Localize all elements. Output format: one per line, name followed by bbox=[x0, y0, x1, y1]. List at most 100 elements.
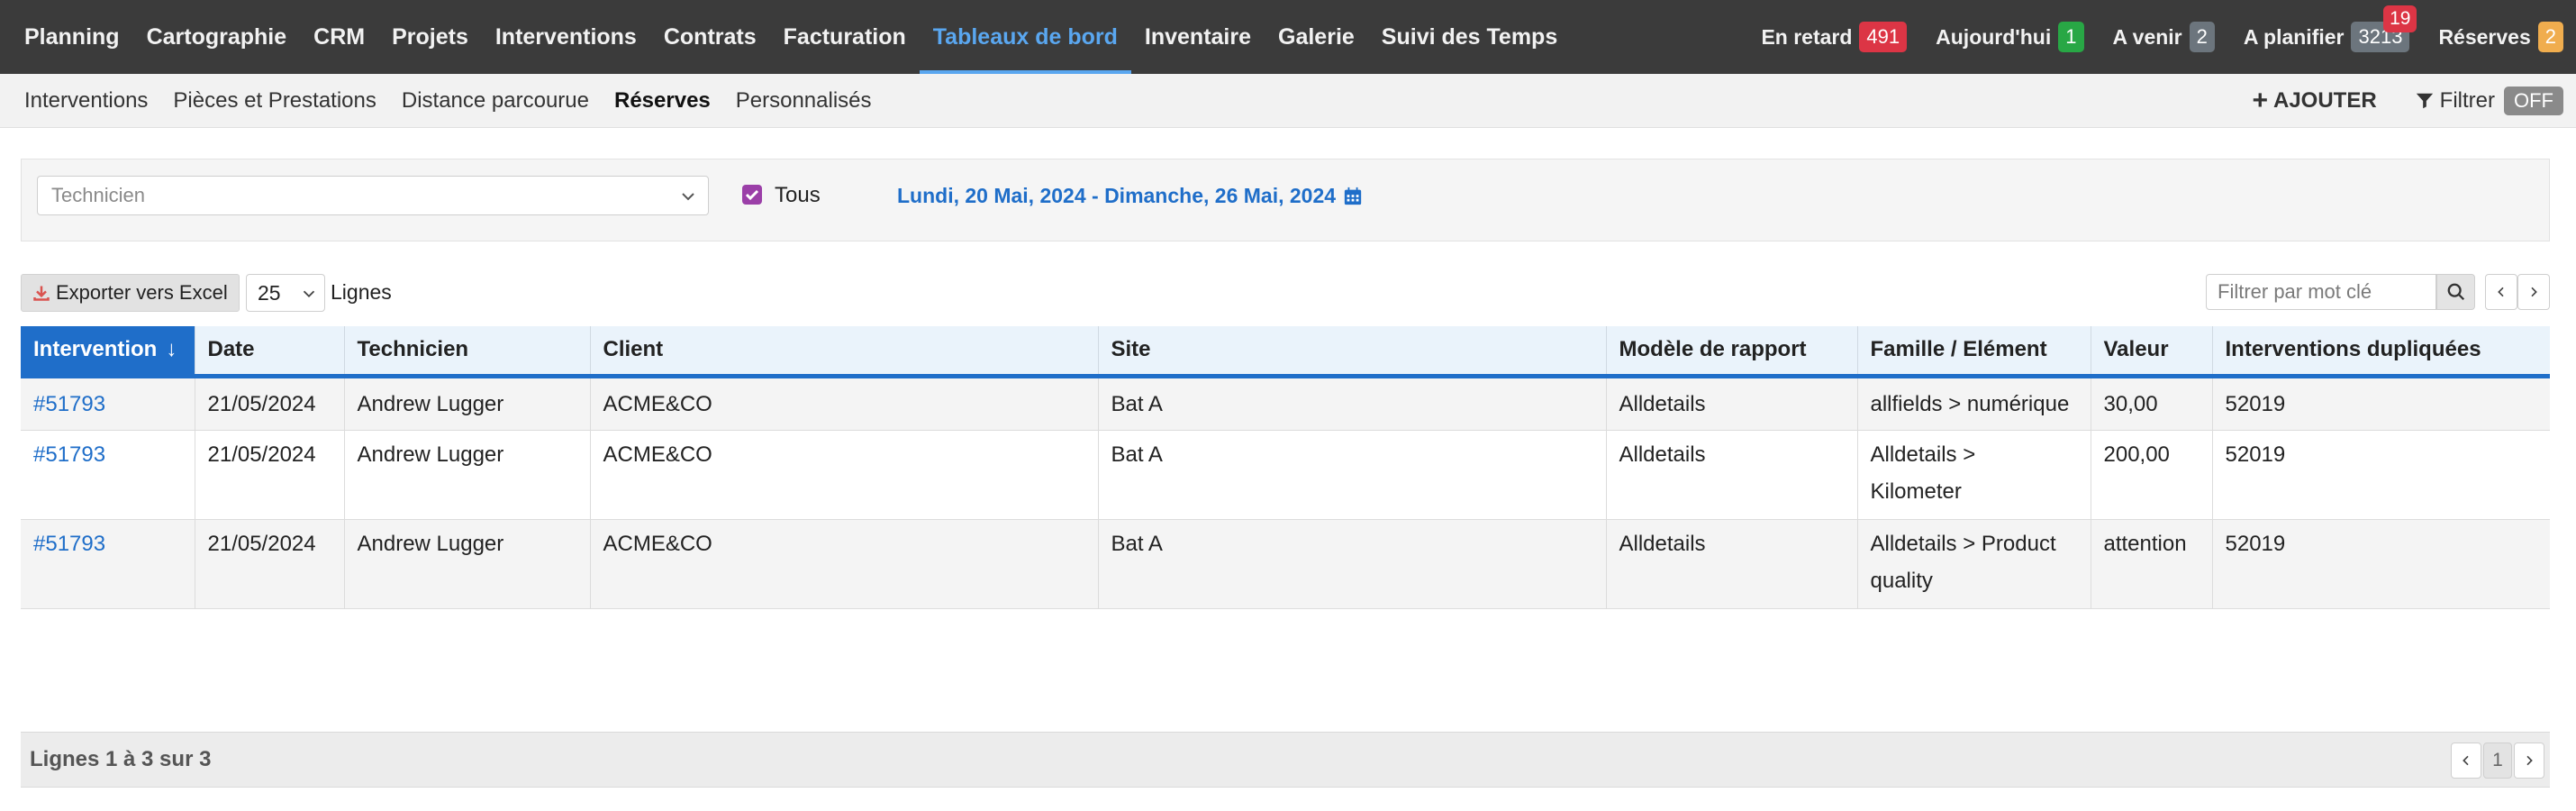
checkmark-icon bbox=[745, 189, 759, 201]
counter-late[interactable]: En retard 491 bbox=[1761, 22, 1908, 52]
rows-info: Lignes 1 à 3 sur 3 bbox=[30, 747, 212, 771]
footer-next-page-button[interactable] bbox=[2514, 743, 2544, 779]
menu-item-suivi-des-temps[interactable]: Suivi des Temps bbox=[1368, 0, 1571, 74]
filter-state-badge: OFF bbox=[2504, 87, 2563, 115]
intervention-link[interactable]: #51793 bbox=[33, 392, 105, 416]
cell-site: Bat A bbox=[1098, 519, 1607, 609]
cell-value: 30,00 bbox=[2091, 376, 2213, 431]
table-row: #51793 21/05/2024 Andrew Lugger ACME&CO … bbox=[21, 430, 2550, 520]
counter-today[interactable]: Aujourd'hui 1 bbox=[1936, 22, 2084, 52]
column-header-modele-de-rapport[interactable]: Modèle de rapport bbox=[1606, 326, 1858, 378]
next-page-button[interactable] bbox=[2517, 274, 2550, 310]
table-row: #51793 21/05/2024 Andrew Lugger ACME&CO … bbox=[21, 376, 2550, 431]
cell-client: ACME&CO bbox=[590, 519, 1099, 609]
cell-family-line: quality bbox=[1870, 568, 1933, 593]
cell-site: Bat A bbox=[1098, 430, 1607, 520]
cell-value: 200,00 bbox=[2091, 430, 2213, 520]
tab-distance-parcourue[interactable]: Distance parcourue bbox=[389, 88, 602, 114]
menu-item-planning[interactable]: Planning bbox=[11, 0, 133, 74]
counter-upcoming-label: A venir bbox=[2112, 24, 2182, 49]
cell-family: allfields > numérique bbox=[1857, 376, 2091, 431]
counter-today-badge: 1 bbox=[2058, 22, 2084, 52]
counter-upcoming[interactable]: A venir 2 bbox=[2113, 22, 2215, 52]
footer-previous-page-button[interactable] bbox=[2451, 743, 2481, 779]
page-size-select[interactable]: 25 bbox=[246, 274, 325, 312]
cell-technician: Andrew Lugger bbox=[344, 376, 591, 431]
chevron-left-icon bbox=[2463, 755, 2469, 766]
date-range-picker[interactable]: Lundi, 20 Mai, 2024 - Dimanche, 26 Mai, … bbox=[897, 184, 1363, 208]
menu-item-tableaux-de-bord[interactable]: Tableaux de bord bbox=[919, 0, 1132, 74]
search-button[interactable] bbox=[2436, 274, 2475, 310]
export-excel-button[interactable]: Exporter vers Excel bbox=[21, 274, 240, 312]
cell-site: Bat A bbox=[1098, 376, 1607, 431]
menu-item-galerie[interactable]: Galerie bbox=[1265, 0, 1368, 74]
menu-item-inventaire[interactable]: Inventaire bbox=[1131, 0, 1265, 74]
menu-item-interventions[interactable]: Interventions bbox=[482, 0, 650, 74]
intervention-link[interactable]: #51793 bbox=[33, 442, 105, 467]
chevron-down-icon bbox=[682, 193, 694, 201]
chevron-right-icon bbox=[2531, 287, 2537, 297]
cell-duplicated: 52019 bbox=[2212, 430, 2550, 520]
counter-reserves-label: Réserves bbox=[2438, 24, 2531, 49]
counter-reserves-badge: 2 bbox=[2537, 22, 2563, 52]
filter-label: Filtrer bbox=[2439, 88, 2495, 113]
column-header-famille-element[interactable]: Famille / Elément bbox=[1857, 326, 2091, 378]
column-header-client[interactable]: Client bbox=[590, 326, 1099, 378]
footer-page-number[interactable]: 1 bbox=[2483, 743, 2512, 779]
download-icon bbox=[33, 286, 50, 301]
counter-reserves[interactable]: Réserves 2 bbox=[2438, 22, 2563, 52]
menu-item-cartographie[interactable]: Cartographie bbox=[133, 0, 301, 74]
previous-page-button[interactable] bbox=[2485, 274, 2517, 310]
technician-select[interactable]: Technicien bbox=[37, 176, 709, 215]
subnav-actions: + AJOUTER Filtrer OFF bbox=[2252, 74, 2563, 128]
technician-select-placeholder: Technicien bbox=[51, 184, 145, 206]
keyword-filter bbox=[2206, 274, 2436, 310]
chevron-right-icon bbox=[2526, 755, 2533, 766]
column-header-valeur[interactable]: Valeur bbox=[2091, 326, 2213, 378]
export-excel-label: Exporter vers Excel bbox=[56, 281, 228, 304]
all-checkbox[interactable] bbox=[742, 185, 762, 205]
tab-reserves[interactable]: Réserves bbox=[602, 88, 723, 114]
add-button[interactable]: + AJOUTER bbox=[2252, 86, 2376, 116]
counter-to-plan[interactable]: A planifier 3213 19 bbox=[2244, 5, 2417, 52]
cell-intervention: #51793 bbox=[21, 519, 195, 609]
column-header-date[interactable]: Date bbox=[195, 326, 345, 378]
table-row: #51793 21/05/2024 Andrew Lugger ACME&CO … bbox=[21, 519, 2550, 609]
cell-intervention: #51793 bbox=[21, 430, 195, 520]
cell-technician: Andrew Lugger bbox=[344, 519, 591, 609]
notification-badge: 19 bbox=[2383, 5, 2417, 32]
chevron-down-icon bbox=[303, 290, 315, 298]
cell-family: Alldetails > Product quality bbox=[1857, 519, 2091, 609]
status-counters: En retard 491 Aujourd'hui 1 A venir 2 A … bbox=[1732, 0, 2563, 74]
tab-personnalises[interactable]: Personnalisés bbox=[723, 88, 884, 114]
page-size-label: Lignes bbox=[331, 280, 392, 304]
column-header-interventions-dupliquees[interactable]: Interventions dupliquées bbox=[2212, 326, 2550, 378]
cell-model: Alldetails bbox=[1606, 519, 1858, 609]
page-size-value: 25 bbox=[258, 280, 281, 305]
tab-interventions[interactable]: Interventions bbox=[0, 88, 160, 114]
column-header-intervention[interactable]: Intervention ↓ bbox=[21, 326, 195, 378]
cell-duplicated: 52019 bbox=[2212, 376, 2550, 431]
date-range-text: Lundi, 20 Mai, 2024 - Dimanche, 26 Mai, … bbox=[897, 184, 1337, 207]
menu-item-facturation[interactable]: Facturation bbox=[770, 0, 920, 74]
cell-date: 21/05/2024 bbox=[195, 376, 345, 431]
counter-late-label: En retard bbox=[1761, 24, 1853, 49]
intervention-link[interactable]: #51793 bbox=[33, 532, 105, 556]
menu-item-projets[interactable]: Projets bbox=[378, 0, 482, 74]
top-navigation-bar: Planning Cartographie CRM Projets Interv… bbox=[0, 0, 2576, 74]
column-header-site[interactable]: Site bbox=[1098, 326, 1607, 378]
cell-client: ACME&CO bbox=[590, 430, 1099, 520]
cell-technician: Andrew Lugger bbox=[344, 430, 591, 520]
column-header-technicien[interactable]: Technicien bbox=[344, 326, 591, 378]
filter-toggle[interactable]: Filtrer OFF bbox=[2415, 87, 2563, 115]
sub-navigation-bar: Interventions Pièces et Prestations Dist… bbox=[0, 74, 2576, 128]
menu-item-crm[interactable]: CRM bbox=[300, 0, 378, 74]
table-header-row: Intervention ↓ Date Technicien Client Sit… bbox=[21, 326, 2550, 378]
keyword-filter-input[interactable] bbox=[2206, 274, 2436, 310]
chevron-left-icon bbox=[2498, 287, 2504, 297]
cell-value: attention bbox=[2091, 519, 2213, 609]
menu-item-contrats[interactable]: Contrats bbox=[650, 0, 770, 74]
all-checkbox-label: Tous bbox=[775, 183, 821, 207]
cell-family-line: Kilometer bbox=[1870, 478, 1962, 504]
tab-pieces-et-prestations[interactable]: Pièces et Prestations bbox=[160, 88, 388, 114]
